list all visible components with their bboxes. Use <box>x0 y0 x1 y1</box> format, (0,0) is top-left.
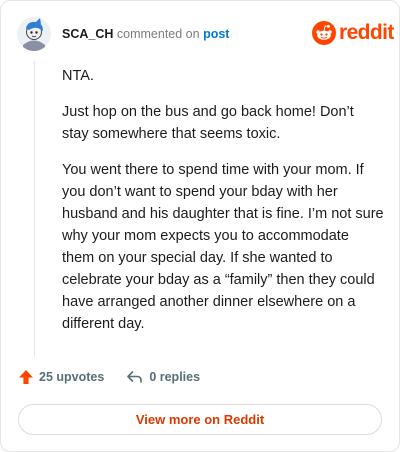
comment-paragraph: You went there to spend time with your m… <box>62 162 384 332</box>
comment-body: NTA. Just hop on the bus and go back hom… <box>62 65 384 349</box>
comment-paragraph: Just hop on the bus and go back home! Do… <box>62 104 354 142</box>
view-more-button[interactable]: View more on Reddit <box>18 404 382 435</box>
comment-embed-card: SCA_CH commented on post reddit NTA. Jus… <box>0 0 400 452</box>
reddit-logo-icon <box>312 21 336 45</box>
comment-header: SCA_CH commented on post <box>62 26 229 42</box>
avatar-icon <box>17 17 51 51</box>
reply-count: 0 replies <box>149 370 201 384</box>
upvote-count: 25 upvotes <box>39 370 105 384</box>
post-link[interactable]: post <box>203 27 229 41</box>
reply-arrow-icon[interactable] <box>126 369 143 385</box>
username-link[interactable]: SCA_CH <box>62 27 113 41</box>
user-avatar[interactable] <box>17 17 51 51</box>
reddit-brand-link[interactable]: reddit <box>312 21 394 45</box>
upvote-arrow-icon[interactable] <box>18 369 34 385</box>
comment-footer: 25 upvotes 0 replies <box>18 369 200 385</box>
reddit-wordmark: reddit <box>339 21 394 44</box>
commented-on-text: commented on <box>116 27 200 41</box>
thread-line <box>34 61 35 357</box>
comment-paragraph: NTA. <box>62 68 94 84</box>
